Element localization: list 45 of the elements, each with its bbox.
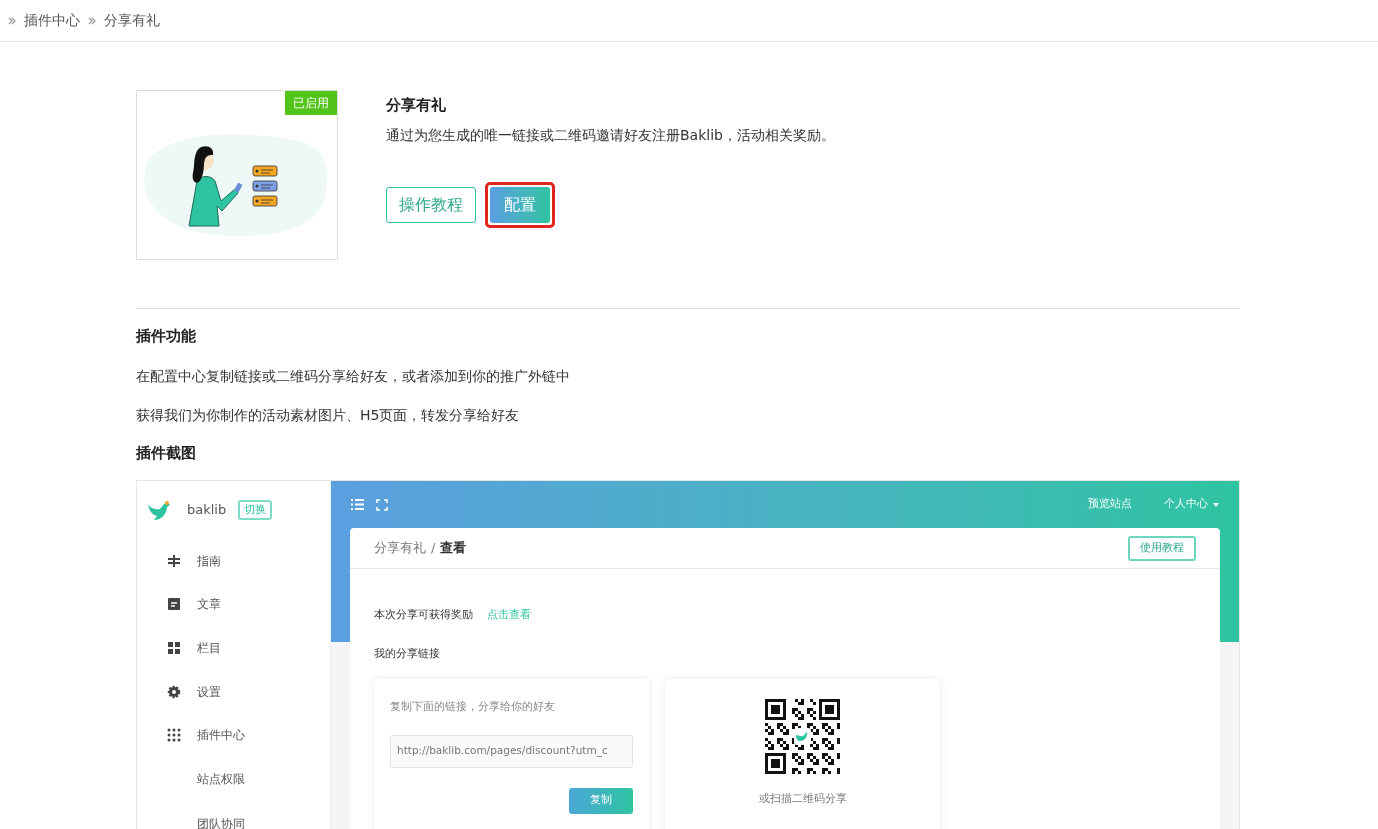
configure-button[interactable]: 配置	[490, 186, 550, 223]
status-badge: 已启用	[285, 91, 337, 115]
dots-grid-icon	[167, 728, 181, 743]
feature-text: 获得我们为你制作的活动素材图片、H5页面，转发分享给好友	[136, 405, 521, 425]
nav-label: 插件中心	[197, 727, 245, 745]
signpost-icon	[167, 553, 181, 568]
nav-subitem[interactable]: 团队协同	[137, 801, 330, 829]
fullscreen-icon[interactable]	[376, 498, 388, 511]
card-breadcrumb-parent[interactable]: 分享有礼	[374, 538, 426, 558]
link-hint: 复制下面的链接，分享给你的好友	[390, 699, 556, 715]
caret-icon	[1213, 502, 1219, 507]
settings-icon	[167, 684, 181, 699]
nav-item[interactable]: 指南	[137, 539, 330, 583]
breadcrumb-link[interactable]: 插件中心	[24, 10, 80, 31]
section-heading: 插件截图	[136, 442, 197, 464]
menu-icon[interactable]	[351, 499, 364, 510]
plugin-description: 通过为您生成的唯一链接或二维码邀请好友注册Baklib，活动相关奖励。	[386, 125, 835, 145]
share-link-heading: 我的分享链接	[374, 645, 441, 662]
section-heading: 插件功能	[136, 326, 197, 347]
double-chevron-icon	[8, 16, 16, 25]
nav-item[interactable]: 栏目	[137, 626, 330, 670]
reward-label: 本次分享可获得奖励	[374, 607, 473, 623]
tutorial-button[interactable]: 操作教程	[386, 186, 476, 223]
nav-item[interactable]: 设置	[137, 669, 330, 714]
share-link-field[interactable]: http://baklib.com/pages/discount?utm_c	[390, 734, 633, 768]
breadcrumb-link[interactable]: 分享有礼	[104, 10, 160, 31]
copy-button[interactable]: 复制	[569, 787, 633, 814]
grid-icon	[167, 641, 181, 655]
brand-name: baklib	[187, 501, 227, 520]
document-icon	[167, 597, 181, 612]
nav-subitem[interactable]: 站点权限	[137, 756, 330, 802]
plugin-title: 分享有礼	[386, 95, 447, 116]
qr-caption: 或扫描二维码分享	[758, 791, 847, 807]
nav-label: 设置	[197, 683, 221, 701]
bird-logo-icon	[147, 499, 171, 521]
nav-label: 栏目	[197, 640, 221, 657]
breadcrumb-separator: /	[431, 539, 436, 558]
nav-item[interactable]: 文章	[137, 582, 330, 627]
feature-text: 在配置中心复制链接或二维码分享给好友，或者添加到你的推广外链中	[136, 366, 571, 386]
nav-item[interactable]: 插件中心	[137, 713, 330, 757]
nav-label: 指南	[197, 552, 221, 570]
card-breadcrumb-current: 查看	[440, 539, 467, 558]
usage-tutorial-button[interactable]: 使用教程	[1128, 535, 1196, 561]
nav-label: 文章	[197, 596, 221, 614]
double-chevron-icon	[88, 16, 96, 25]
